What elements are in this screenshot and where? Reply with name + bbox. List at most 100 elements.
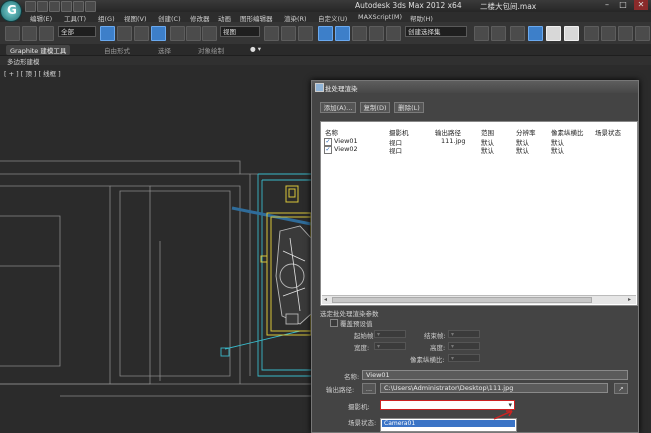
column-header-resolution[interactable]: 分辨率: [516, 127, 536, 137]
horizontal-scrollbar[interactable]: ◂ ▸: [322, 295, 636, 304]
scroll-left-icon[interactable]: ◂: [324, 296, 327, 303]
menu-maxscript[interactable]: MAXScript(M): [358, 13, 402, 21]
save-file-icon[interactable]: [49, 1, 60, 12]
move-icon[interactable]: [170, 26, 185, 41]
clear-output-icon[interactable]: ↗: [614, 383, 628, 394]
pivot-center-icon[interactable]: [264, 26, 279, 41]
reference-coordinate-dropdown[interactable]: 视图: [220, 26, 260, 37]
column-header-name[interactable]: 名称: [325, 127, 338, 137]
column-header-pixel-aspect[interactable]: 像素纵横比: [551, 127, 584, 137]
override-preset-checkbox[interactable]: [330, 319, 338, 327]
params-group-header: 选定批处理渲染参数: [320, 310, 379, 318]
tab-object-paint[interactable]: 对象绘制: [198, 45, 224, 55]
scrollbar-thumb[interactable]: [332, 297, 592, 303]
scale-icon[interactable]: [202, 26, 217, 41]
camera-label: 摄影机:: [348, 403, 370, 411]
render-setup-icon[interactable]: [601, 26, 616, 41]
row-enable-checkbox[interactable]: ✓: [324, 146, 332, 154]
redo-icon[interactable]: [73, 1, 84, 12]
output-browse-button[interactable]: ...: [362, 383, 376, 394]
column-header-range[interactable]: 范围: [481, 127, 494, 137]
maximize-button[interactable]: □: [616, 0, 630, 10]
dialog-title: 批处理渲染: [325, 85, 358, 93]
width-spinner[interactable]: ▾: [374, 342, 406, 350]
ribbon-panel: 多边形建模: [0, 56, 651, 66]
app-logo-icon[interactable]: G: [1, 1, 21, 21]
material-editor-icon[interactable]: [584, 26, 599, 41]
start-frame-spinner[interactable]: ▾: [374, 330, 406, 338]
polygon-modeling-label[interactable]: 多边形建模: [7, 56, 40, 66]
row-camera: 视口: [389, 147, 402, 155]
graphite-toggle-icon[interactable]: [528, 26, 543, 41]
camera-option-selected[interactable]: Camera01: [382, 420, 515, 427]
column-header-output-path[interactable]: 输出路径: [435, 127, 461, 137]
project-folder-icon[interactable]: [85, 1, 96, 12]
row-resolution: 默认: [516, 147, 529, 155]
name-field[interactable]: View01: [362, 370, 628, 380]
column-header-camera[interactable]: 摄影机: [389, 127, 409, 137]
curve-editor-icon[interactable]: [546, 26, 561, 41]
snaps-toggle-icon[interactable]: [318, 26, 333, 41]
schematic-view-icon[interactable]: [564, 26, 579, 41]
file-name: 二楼大包间.max: [480, 2, 537, 11]
height-spinner[interactable]: ▾: [448, 342, 480, 350]
scene-state-label: 场景状态:: [348, 419, 377, 427]
start-frame-label: 起始帧:: [354, 332, 376, 340]
align-icon[interactable]: [491, 26, 506, 41]
row-name: View01: [334, 137, 358, 145]
output-path-label: 输出路径:: [326, 386, 355, 394]
named-selection-dropdown[interactable]: 创建选择集: [405, 26, 467, 37]
row-output: 111.jpg: [441, 137, 466, 145]
scroll-right-icon[interactable]: ▸: [628, 296, 631, 303]
ribbon-options-icon[interactable]: ● ▾: [250, 45, 261, 53]
tab-freeform[interactable]: 自由形式: [104, 45, 130, 55]
pixel-aspect-label: 像素纵横比:: [410, 356, 445, 364]
spinner-snap-icon[interactable]: [369, 26, 384, 41]
minimize-button[interactable]: –: [600, 0, 614, 10]
open-file-icon[interactable]: [37, 1, 48, 12]
render-icon[interactable]: [635, 26, 650, 41]
row-name: View02: [334, 145, 358, 153]
column-header-scene-state[interactable]: 场景状态: [595, 127, 621, 137]
window-crossing-icon[interactable]: [151, 26, 166, 41]
row-enable-checkbox[interactable]: ✓: [324, 138, 332, 146]
delete-button[interactable]: 删除(L): [394, 102, 424, 113]
select-object-icon[interactable]: [100, 26, 115, 41]
mirror-icon[interactable]: [474, 26, 489, 41]
select-manipulate-icon[interactable]: [281, 26, 296, 41]
end-frame-label: 结束帧:: [424, 332, 446, 340]
undo-tool-icon[interactable]: [5, 26, 20, 41]
add-button[interactable]: 添加(A)...: [320, 102, 356, 113]
percent-snap-icon[interactable]: [352, 26, 367, 41]
batch-render-list[interactable]: 名称 摄影机 输出路径 范围 分辨率 像素纵横比 场景状态 ✓ View01 视…: [320, 121, 638, 306]
tab-selection[interactable]: 选择: [158, 45, 171, 55]
app-title: Autodesk 3ds Max 2012 x64: [355, 1, 462, 10]
layer-manager-icon[interactable]: [510, 26, 525, 41]
close-button[interactable]: ✕: [634, 0, 648, 10]
rotate-icon[interactable]: [186, 26, 201, 41]
end-frame-spinner[interactable]: ▾: [448, 330, 480, 338]
output-path-field[interactable]: C:\Users\Administrator\Desktop\111.jpg: [380, 383, 608, 393]
rendered-frame-icon[interactable]: [618, 26, 633, 41]
batch-render-icon: [315, 83, 324, 92]
bind-space-warp-icon[interactable]: [39, 26, 54, 41]
dialog-title-bar[interactable]: 批处理渲染: [312, 81, 638, 93]
copy-button[interactable]: 复制(D): [360, 102, 390, 113]
angle-snap-icon[interactable]: [335, 26, 350, 41]
select-by-name-icon[interactable]: [117, 26, 132, 41]
pixel-aspect-spinner[interactable]: ▾: [448, 354, 480, 362]
tab-graphite-modeling[interactable]: Graphite 建模工具: [6, 45, 71, 55]
main-toolbar: 全部 视图 创建选择集: [0, 22, 651, 45]
link-icon[interactable]: [22, 26, 37, 41]
name-label: 名称:: [344, 373, 360, 381]
override-preset-label: 覆盖预设值: [340, 320, 373, 328]
selection-region-icon[interactable]: [134, 26, 149, 41]
batch-render-dialog: 批处理渲染 添加(A)... 复制(D) 删除(L) 名称 摄影机 输出路径 范…: [311, 80, 639, 433]
selection-filter-dropdown[interactable]: 全部: [58, 26, 96, 37]
keyboard-shortcut-icon[interactable]: [298, 26, 313, 41]
edit-named-selection-icon[interactable]: [386, 26, 401, 41]
new-file-icon[interactable]: [25, 1, 36, 12]
row-range: 默认: [481, 147, 494, 155]
undo-icon[interactable]: [61, 1, 72, 12]
ribbon-tabs: Graphite 建模工具 自由形式 选择 对象绘制 ● ▾: [0, 44, 651, 56]
